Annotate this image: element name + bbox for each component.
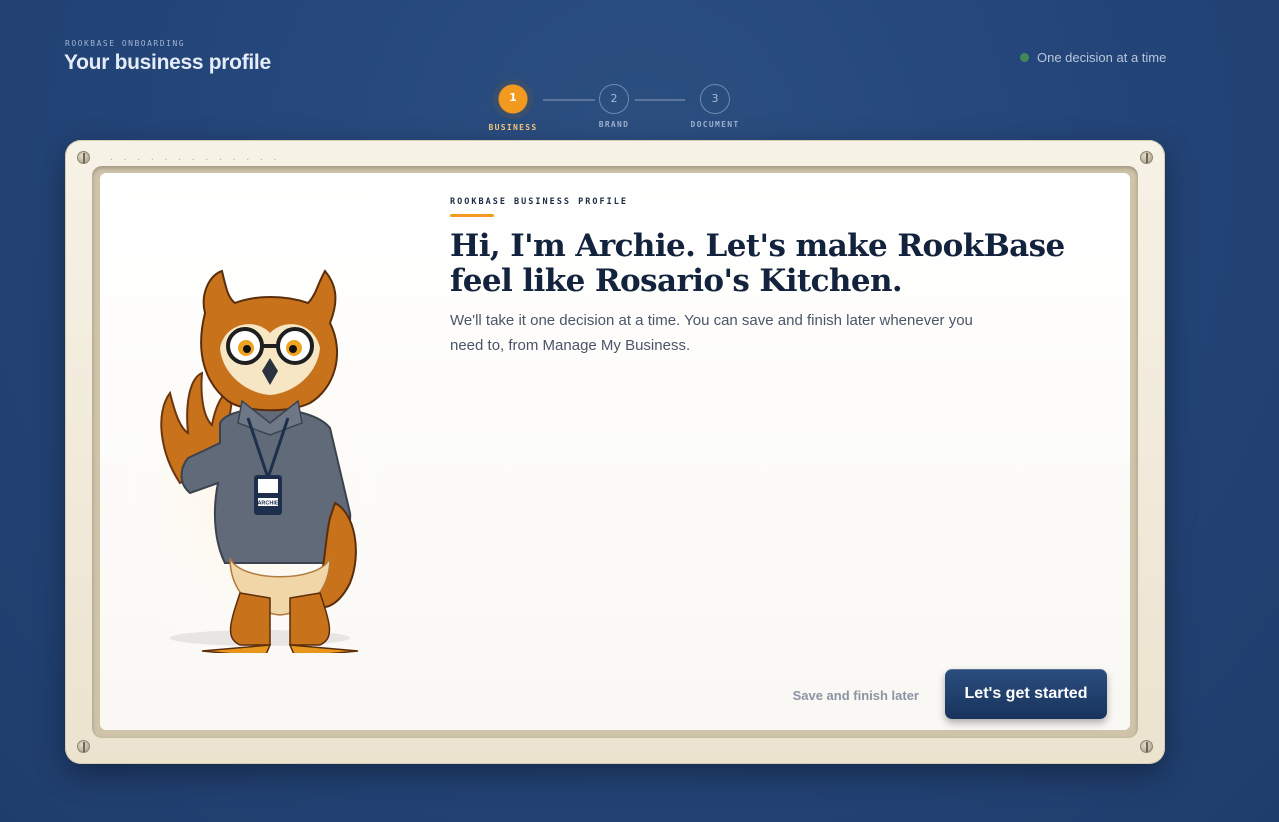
step-label: DOCUMENT (690, 120, 740, 129)
owl-mascot-icon: ARCHIE (100, 253, 400, 683)
screw-icon (77, 151, 90, 164)
status-indicator: One decision at a time (1020, 50, 1166, 65)
progress-stepper: 1 BUSINESS 2 BRAND 3 DOCUMENT (478, 79, 770, 132)
save-finish-later-link[interactable]: Save and finish later (793, 688, 919, 703)
section-kicker: ROOKBASE BUSINESS PROFILE (450, 197, 628, 207)
screw-icon (77, 740, 90, 753)
screw-icon (1140, 151, 1153, 164)
step-number: 1 (493, 79, 533, 119)
intro-content: ROOKBASE BUSINESS PROFILE Hi, I'm Archie… (450, 197, 1110, 358)
step-document[interactable]: 3 DOCUMENT (680, 79, 750, 129)
get-started-button[interactable]: Let's get started (945, 669, 1107, 719)
step-number: 2 (599, 84, 629, 114)
intro-subtext: We'll take it one decision at a time. Yo… (450, 312, 973, 354)
badge-text: ARCHIE (257, 501, 278, 507)
status-dot-icon (1020, 53, 1029, 62)
welcome-headline: Hi, I'm Archie. Let's make RookBase feel… (450, 228, 1065, 299)
page-title: Your business profile (64, 51, 271, 74)
onboarding-eyebrow: ROOKBASE ONBOARDING (65, 39, 186, 48)
status-text: One decision at a time (1037, 50, 1167, 65)
screen-bezel: ARCHIE ROOKBASE BUSINESS PROFILE Hi, I'm… (92, 166, 1138, 738)
step-brand[interactable]: 2 BRAND (579, 79, 649, 129)
screw-icon (1140, 740, 1153, 753)
step-number: 3 (700, 84, 730, 114)
step-label: BRAND (598, 120, 630, 129)
vent-dots: · · · · · · · · · · · · · (109, 155, 280, 164)
kicker-accent-rule (450, 214, 494, 217)
device-frame: · · · · · · · · · · · · · ARCHIE ROOKBAS… (65, 140, 1165, 764)
step-label: BUSINESS (488, 123, 538, 132)
step-business[interactable]: 1 BUSINESS (478, 79, 548, 132)
screen: ARCHIE ROOKBASE BUSINESS PROFILE Hi, I'm… (100, 173, 1130, 730)
